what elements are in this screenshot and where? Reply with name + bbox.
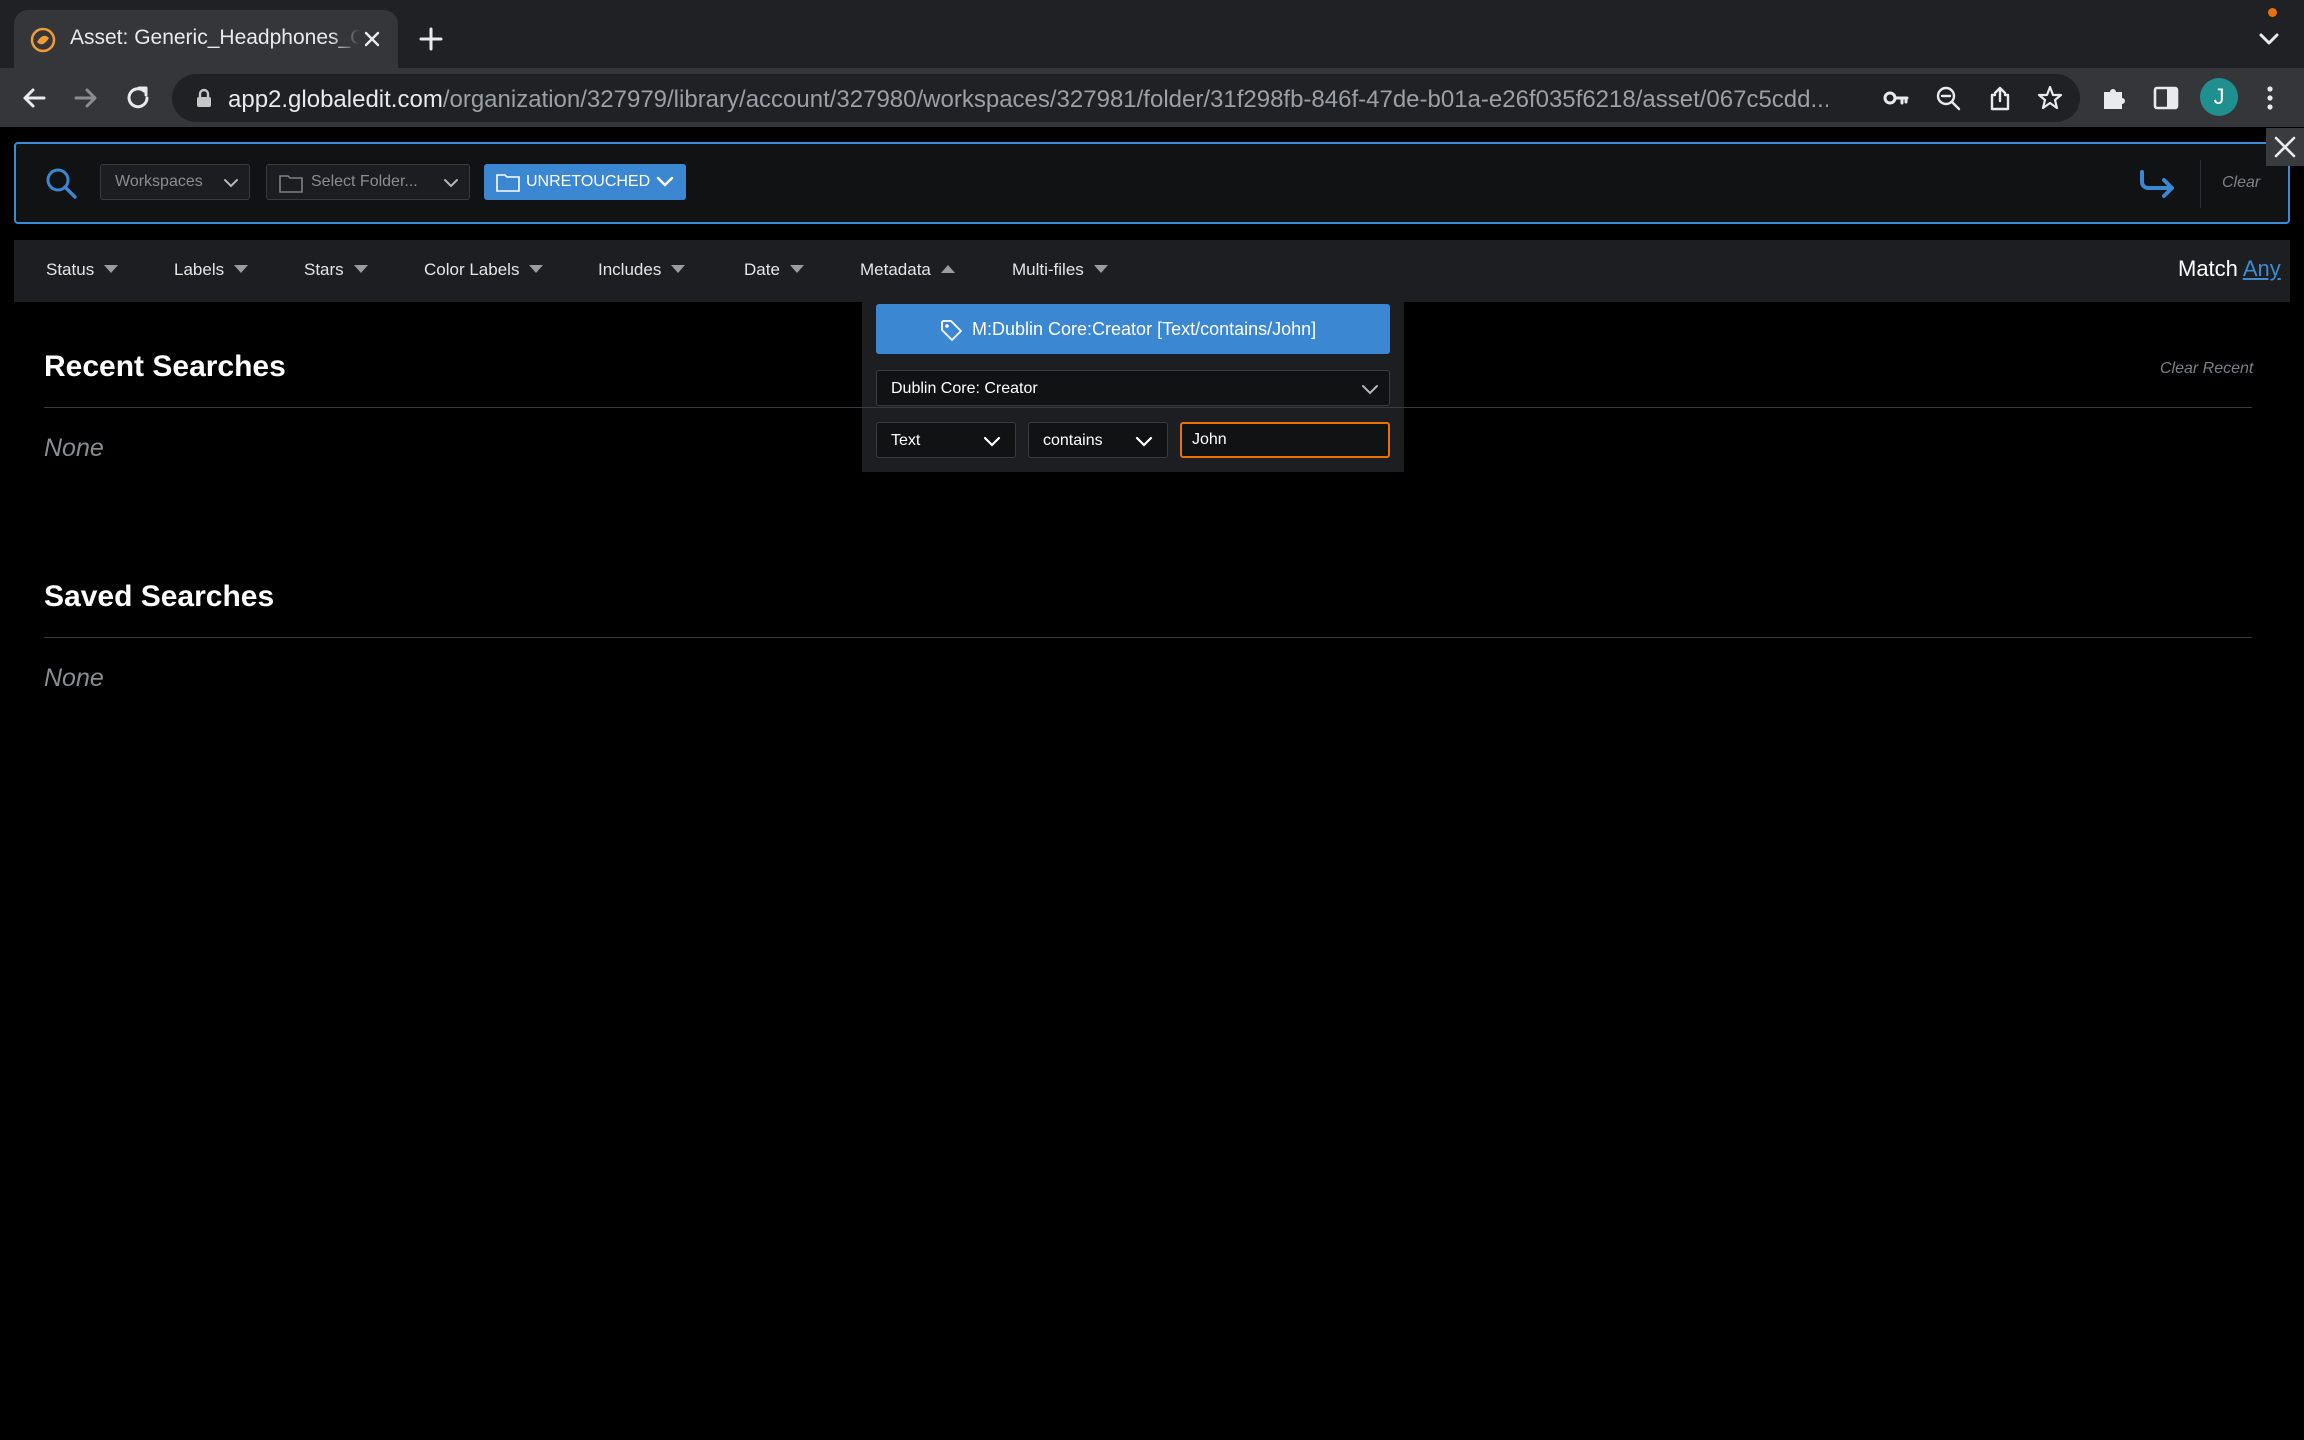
recent-searches-empty: None [44, 434, 104, 462]
zoom-out-icon[interactable] [1934, 84, 1962, 112]
selected-folder-chip[interactable]: UNRETOUCHED [484, 164, 686, 200]
filter-multi-files[interactable]: Multi-files [1012, 260, 1108, 280]
clear-recent-link[interactable]: Clear Recent [2160, 360, 2253, 378]
divider [44, 637, 2252, 638]
search-bar: Workspaces Select Folder... UNRETOUCHED … [14, 142, 2290, 224]
selected-folder-label: UNRETOUCHED [526, 173, 651, 190]
reload-icon[interactable] [122, 82, 154, 114]
metadata-operator-select[interactable]: contains [1028, 422, 1168, 458]
filter-stars[interactable]: Stars [304, 260, 368, 280]
match-toggle: Match Any [2178, 256, 2281, 282]
chevron-down-icon [1135, 436, 1153, 447]
caret-down-icon [789, 265, 804, 273]
metadata-chip-text: M:Dublin Core:Creator [Text/contains/Joh… [972, 319, 1317, 339]
tab-search-chevron-icon[interactable] [2254, 26, 2284, 52]
metadata-value-input[interactable] [1180, 422, 1390, 458]
filter-bar: Status Labels Stars Color Labels Include… [14, 240, 2290, 302]
divider [44, 407, 2252, 408]
close-icon[interactable] [2266, 128, 2304, 166]
bookmark-star-icon[interactable] [2036, 84, 2064, 112]
folder-dropdown[interactable]: Select Folder... [266, 164, 470, 200]
side-panel-icon[interactable] [2150, 82, 2182, 114]
filter-labels[interactable]: Labels [174, 260, 249, 280]
match-label: Match [2178, 256, 2238, 281]
folder-placeholder: Select Folder... [311, 173, 418, 190]
new-tab-icon[interactable] [416, 24, 446, 54]
address-bar[interactable]: app2.globaledit.com/organization/327979/… [172, 74, 2080, 122]
metadata-field-value: Dublin Core: Creator [891, 380, 1038, 397]
search-icon[interactable] [44, 166, 78, 200]
caret-down-icon [353, 265, 368, 273]
chevron-down-icon [224, 179, 238, 188]
caret-up-icon [940, 265, 955, 273]
password-key-icon[interactable] [1882, 84, 1910, 112]
metadata-field-select[interactable]: Dublin Core: Creator [876, 370, 1390, 406]
divider [2200, 160, 2201, 208]
metadata-filter-panel: M:Dublin Core:Creator [Text/contains/Joh… [862, 294, 1404, 472]
caret-down-icon [671, 265, 686, 273]
filter-metadata[interactable]: Metadata [860, 260, 955, 280]
chevron-down-icon [656, 176, 674, 187]
browser-tabstrip: Asset: Generic_Headphones_C [0, 0, 2304, 68]
run-search-arrow-icon[interactable] [2138, 166, 2178, 200]
metadata-type-value: Text [891, 432, 921, 449]
workspaces-dropdown[interactable]: Workspaces [100, 164, 250, 200]
folder-icon [496, 174, 520, 192]
browser-toolbar: app2.globaledit.com/organization/327979/… [0, 68, 2304, 128]
filter-status[interactable]: Status [46, 260, 119, 280]
saved-searches-heading: Saved Searches [44, 580, 275, 613]
url-text: app2.globaledit.com/organization/327979/… [228, 86, 1828, 113]
metadata-filter-chip[interactable]: M:Dublin Core:Creator [Text/contains/Joh… [876, 304, 1390, 354]
recent-searches-heading: Recent Searches [44, 350, 286, 383]
chevron-down-icon [1362, 385, 1378, 395]
profile-avatar[interactable]: J [2200, 78, 2238, 116]
tag-icon [941, 320, 962, 341]
folder-icon [279, 175, 303, 193]
workspaces-label: Workspaces [115, 173, 203, 190]
lock-icon[interactable] [194, 88, 214, 108]
back-icon[interactable] [18, 82, 50, 114]
chevron-down-icon [983, 436, 1001, 447]
caret-down-icon [104, 265, 119, 273]
tab-title: Asset: Generic_Headphones_C [70, 26, 360, 50]
match-any-link[interactable]: Any [2243, 256, 2281, 281]
caret-down-icon [1093, 265, 1108, 273]
chevron-down-icon [444, 179, 458, 188]
share-icon[interactable] [1986, 84, 2014, 112]
browser-tab[interactable]: Asset: Generic_Headphones_C [14, 10, 398, 68]
caret-down-icon [234, 265, 249, 273]
metadata-operator-value: contains [1043, 432, 1103, 449]
filter-color-labels[interactable]: Color Labels [424, 260, 544, 280]
saved-searches-empty: None [44, 664, 104, 692]
clear-search-link[interactable]: Clear [2222, 174, 2260, 192]
browser-menu-icon[interactable] [2254, 82, 2286, 114]
filter-includes[interactable]: Includes [598, 260, 686, 280]
notification-dot [2268, 8, 2277, 17]
metadata-type-select[interactable]: Text [876, 422, 1016, 458]
caret-down-icon [529, 265, 544, 273]
close-tab-icon[interactable] [359, 26, 385, 52]
globaledit-logo-icon [30, 27, 56, 53]
extensions-puzzle-icon[interactable] [2098, 82, 2130, 114]
forward-icon[interactable] [70, 82, 102, 114]
filter-date[interactable]: Date [744, 260, 804, 280]
